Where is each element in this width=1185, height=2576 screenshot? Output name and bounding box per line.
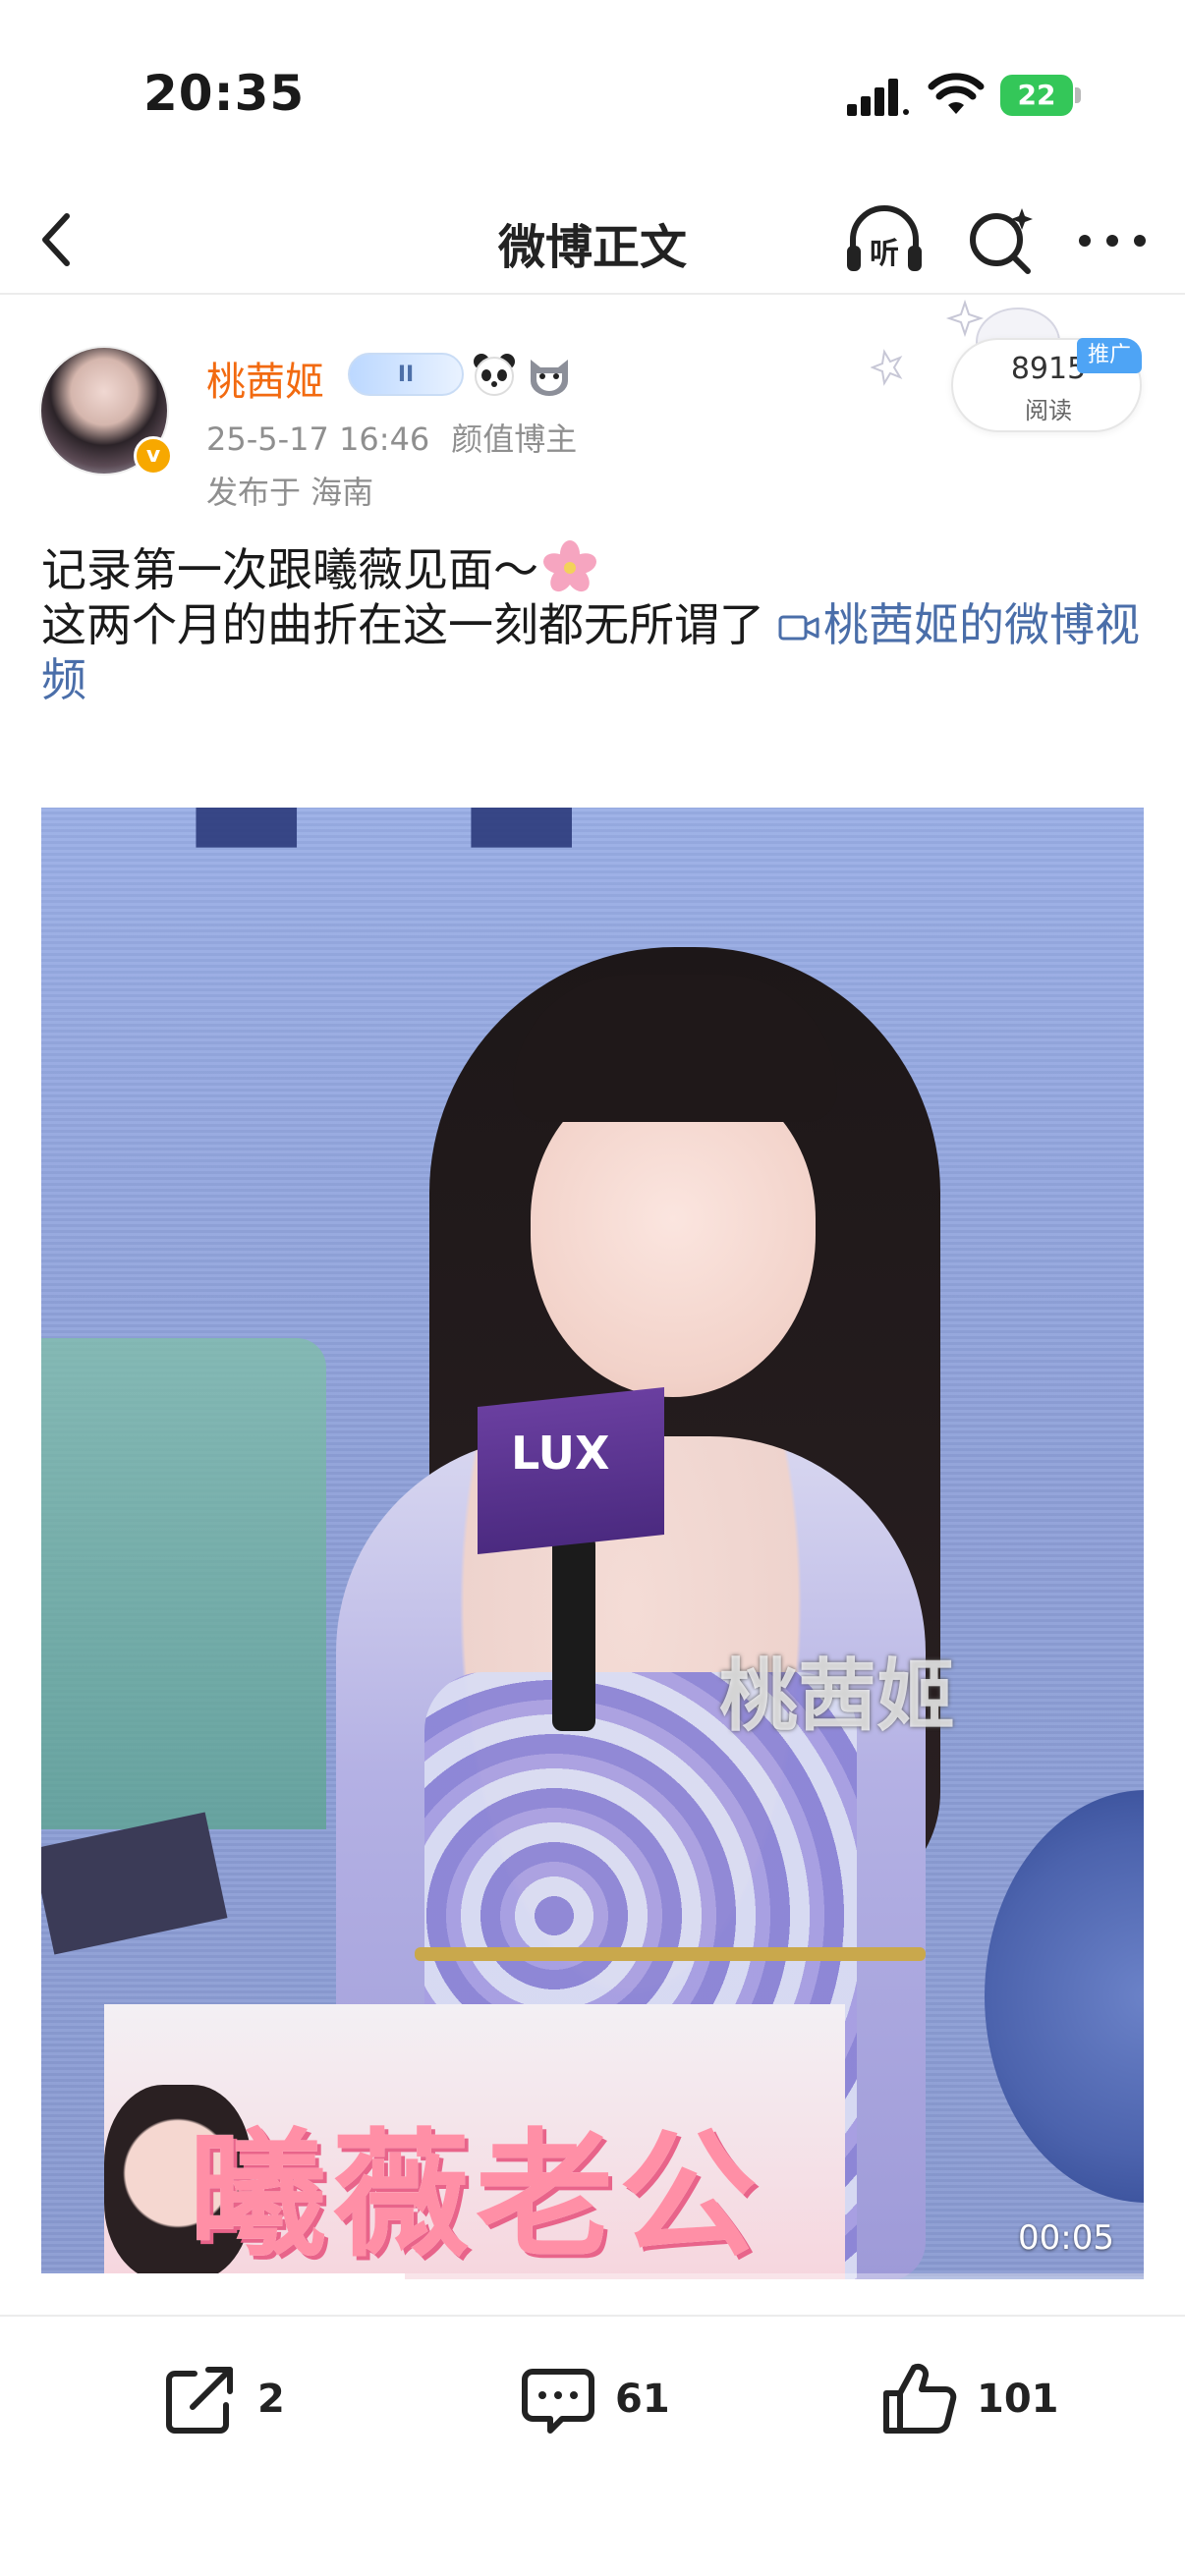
video-player[interactable]: ▘▘ LUX 桃茜姬 曦薇老公 00:05 [41,808,1144,2279]
video-camera-icon [778,615,819,641]
comment-icon [522,2369,594,2434]
share-icon [166,2367,233,2434]
like-button[interactable]: 101 [880,2360,1059,2438]
status-bar: 20:35 22 [0,0,1185,187]
more-icon[interactable] [1073,216,1152,265]
battery-level: 22 [1017,79,1056,111]
cherry-blossom-icon [543,540,596,592]
post-line-1: 记录第一次跟曦薇见面～ [41,540,1152,597]
post-text: 记录第一次跟曦薇见面～ 这两个月的曲折在这一刻都无所谓了 桃茜姬的微博视频 [41,540,1152,707]
comment-count: 61 [615,2377,670,2422]
panda-icon [474,354,515,396]
share-count: 2 [257,2377,285,2422]
post-line-2: 这两个月的曲折在这一刻都无所谓了 桃茜姬的微博视频 [41,598,1140,706]
butterfly-badge-icon[interactable]: II [348,353,464,396]
post-location: 发布于 海南 [206,474,374,511]
author-avatar[interactable]: v [39,346,173,479]
video-progress-bar[interactable] [41,2273,1144,2279]
battery-icon: 22 [1000,75,1081,116]
status-time: 20:35 [143,65,306,122]
like-icon [883,2363,957,2434]
author-badges: II [348,352,574,397]
post-meta: 25-5-17 16:46 颜值博主 [206,415,577,460]
video-duration: 00:05 [1018,2218,1114,2258]
fan-sign: 曦薇老公 [189,2116,763,2276]
nav-bar: 微博正文 听 [0,187,1185,295]
search-icon[interactable] [965,202,1038,279]
cellular-signal-icon [847,79,909,116]
author-name[interactable]: 桃茜姬 [206,350,324,407]
badge-level: II [397,362,415,387]
mic-brand: LUX [511,1427,610,1480]
cat-icon [531,360,568,396]
like-count: 101 [977,2377,1059,2422]
listen-icon[interactable]: 听 [843,202,926,279]
post-date: 25-5-17 16:46 [206,420,430,458]
video-watermark: 桃茜姬 [719,1651,955,1742]
listen-label: 听 [870,237,899,271]
read-label: 阅读 [1025,397,1072,424]
wifi-icon [928,73,985,114]
action-toolbar: 2 61 101 [0,2315,1185,2482]
verified-icon: v [134,436,173,476]
comment-button[interactable]: 61 [519,2360,670,2438]
share-button[interactable]: 2 [161,2360,285,2438]
video-progress-fill [41,2273,406,2279]
promo-badge: 推广 [1077,338,1142,373]
author-tag: 颜值博主 [451,420,578,458]
